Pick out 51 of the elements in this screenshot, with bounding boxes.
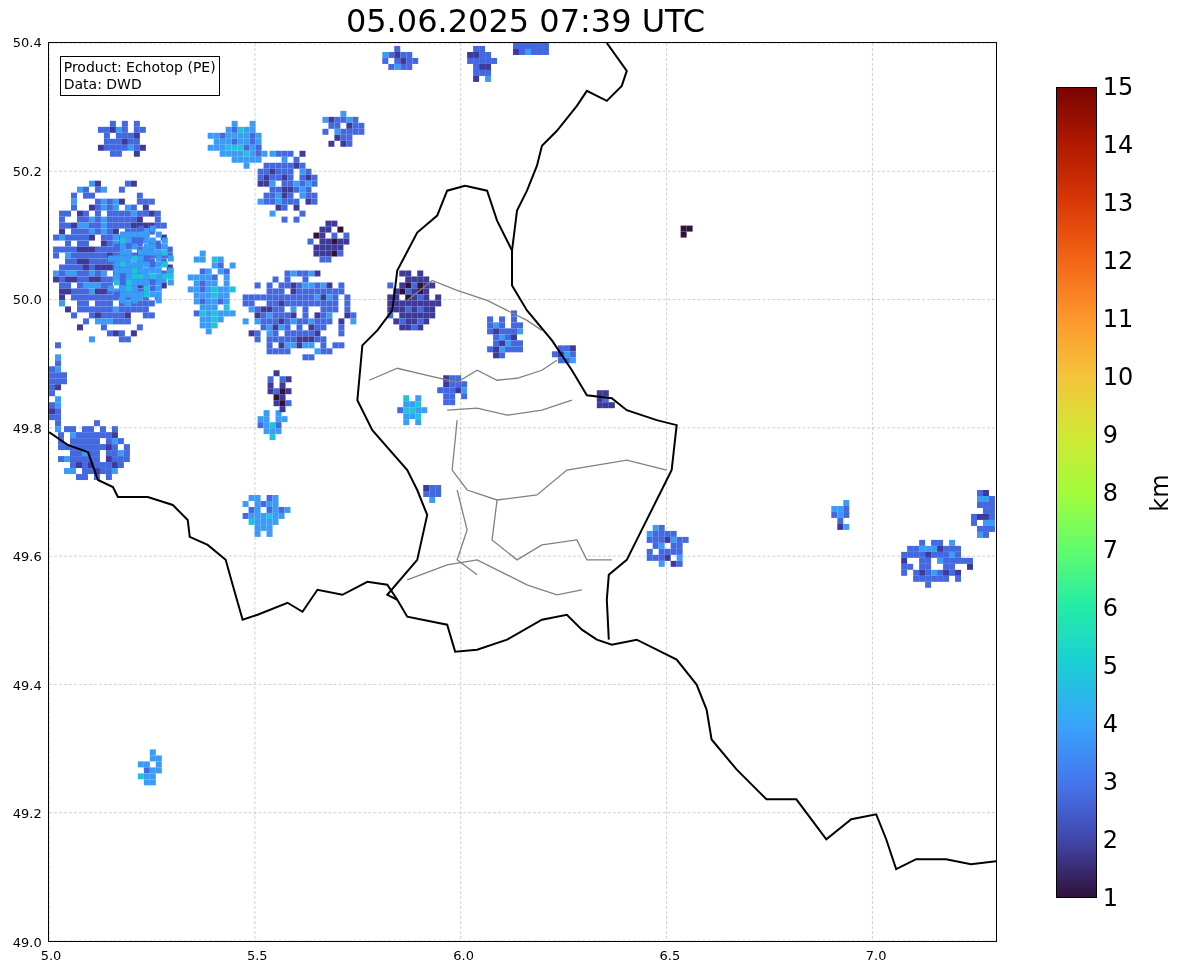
radar-echo-cluster: [267, 370, 292, 413]
colorbar-tick-label: 1: [1102, 886, 1118, 910]
radar-echo-cluster: [646, 524, 689, 567]
axis-tick-label: 49.4: [12, 678, 42, 692]
colorbar-tick-label: 4: [1102, 712, 1118, 737]
radar-echo-cluster: [387, 270, 441, 331]
colorbar-tick-label: 14: [1102, 132, 1134, 157]
radar-echo-cluster: [596, 390, 615, 409]
chart-title: 05.06.2025 07:39 UTC: [345, 5, 706, 37]
radar-echo-cluster: [831, 500, 849, 530]
colorbar-tick-label: 2: [1102, 828, 1118, 853]
colorbar-tick-label: 7: [1102, 538, 1118, 563]
radar-echo-cluster: [242, 495, 291, 537]
colorbar-tick-label: 10: [1102, 364, 1134, 389]
colorbar-tick-label: 11: [1102, 306, 1134, 331]
radar-echo-cluster: [322, 110, 365, 147]
radar-echo-cluster: [422, 485, 441, 503]
colorbar-tick-label: 8: [1102, 480, 1118, 505]
radar-echo-cluster: [680, 225, 693, 238]
colorbar-tick-label: 9: [1102, 422, 1118, 447]
axis-tick-label: 49.8: [12, 421, 42, 435]
radar-echo-cluster: [382, 46, 418, 70]
colorbar-tick-label: 12: [1102, 248, 1134, 273]
axis-tick-label: 50.0: [12, 292, 42, 306]
axis-tick-label: 50.2: [12, 164, 42, 178]
radar-echo-cluster: [551, 345, 576, 364]
axis-tick-label: 6.5: [659, 949, 681, 962]
radar-echo-cluster: [436, 375, 467, 406]
radar-echo-cluster: [397, 395, 427, 426]
axis-tick-label: 7.0: [865, 949, 887, 962]
axis-tick-label: 49.2: [12, 806, 42, 820]
colorbar-tick-label: 13: [1102, 190, 1134, 215]
radar-echo-cluster: [486, 310, 523, 359]
axis-tick-label: 6.0: [453, 949, 474, 962]
colorbar-tick-label: 3: [1102, 770, 1118, 795]
axis-tick-label: 49.6: [12, 549, 42, 563]
colorbar-tick-label: 5: [1102, 654, 1118, 679]
radar-echo-cluster: [137, 749, 162, 786]
axis-tick-label: 5.5: [246, 949, 268, 962]
axis-tick-label: 49.0: [12, 935, 42, 949]
radar-echo-cluster: [512, 43, 549, 55]
axis-tick-label: 5.0: [40, 949, 62, 962]
radar-echo-cluster: [97, 120, 146, 157]
colorbar-tick-label: 15: [1102, 75, 1134, 99]
colorbar-tick-label: 6: [1102, 596, 1118, 621]
colorbar-label: km: [1147, 473, 1172, 512]
radar-echo-cluster: [466, 46, 497, 82]
legend-text: Product: Echotop (PE): [63, 59, 216, 76]
legend-text: Data: DWD: [63, 76, 143, 93]
axis-tick-label: 50.4: [12, 35, 42, 49]
radar-echo-cluster: [257, 410, 288, 441]
